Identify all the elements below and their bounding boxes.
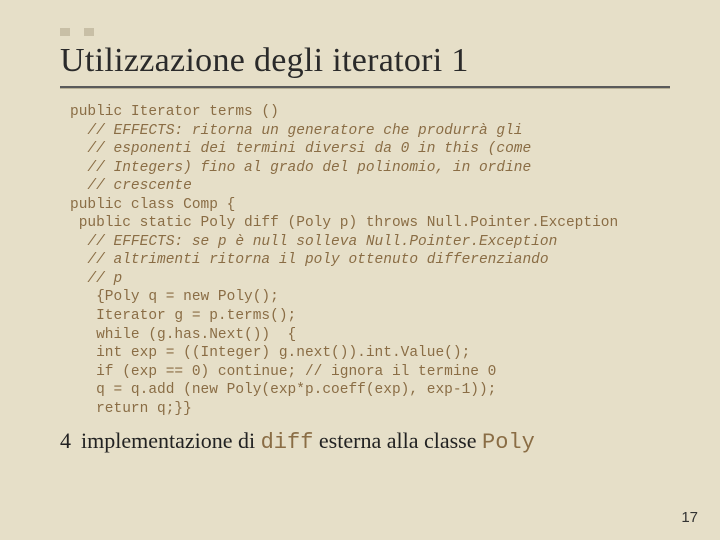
code-line: {Poly q = new Poly(); (70, 289, 279, 305)
code-line: return q;}} (70, 401, 192, 417)
inline-code: Poly (482, 430, 535, 455)
code-line: // Integers) fino al grado del polinomio… (70, 160, 531, 176)
decor-mark (60, 28, 70, 36)
code-line: // EFFECTS: ritorna un generatore che pr… (70, 123, 522, 139)
bullet-row: 4 implementazione di diff esterna alla c… (60, 428, 670, 455)
code-line: Iterator g = p.terms(); (70, 308, 296, 324)
bullet-number: 4 (60, 428, 71, 454)
top-marks (60, 28, 670, 36)
code-block: public Iterator terms () // EFFECTS: rit… (70, 103, 670, 418)
code-line: public class Comp { (70, 197, 235, 213)
page-number: 17 (681, 509, 698, 526)
code-line: public static Poly diff (Poly p) throws … (70, 215, 618, 231)
text: implementazione di (81, 428, 261, 453)
code-line: int exp = ((Integer) g.next()).int.Value… (70, 345, 470, 361)
code-line: if (exp == 0) continue; // ignora il ter… (70, 364, 496, 380)
code-line: // crescente (70, 178, 192, 194)
code-line: public Iterator terms () (70, 104, 279, 120)
code-line: // esponenti dei termini diversi da 0 in… (70, 141, 531, 157)
code-line: q = q.add (new Poly(exp*p.coeff(exp), ex… (70, 382, 496, 398)
horizontal-rule (60, 86, 670, 89)
text: esterna alla classe (313, 428, 482, 453)
inline-code: diff (261, 430, 314, 455)
code-line: // altrimenti ritorna il poly ottenuto d… (70, 252, 549, 268)
bullet-text: implementazione di diff esterna alla cla… (81, 428, 535, 455)
code-line: // EFFECTS: se p è null solleva Null.Poi… (70, 234, 557, 250)
slide-title: Utilizzazione degli iteratori 1 (60, 42, 670, 80)
decor-mark (84, 28, 94, 36)
code-line: // p (70, 271, 122, 287)
slide: Utilizzazione degli iteratori 1 public I… (0, 0, 720, 540)
code-line: while (g.has.Next()) { (70, 327, 296, 343)
